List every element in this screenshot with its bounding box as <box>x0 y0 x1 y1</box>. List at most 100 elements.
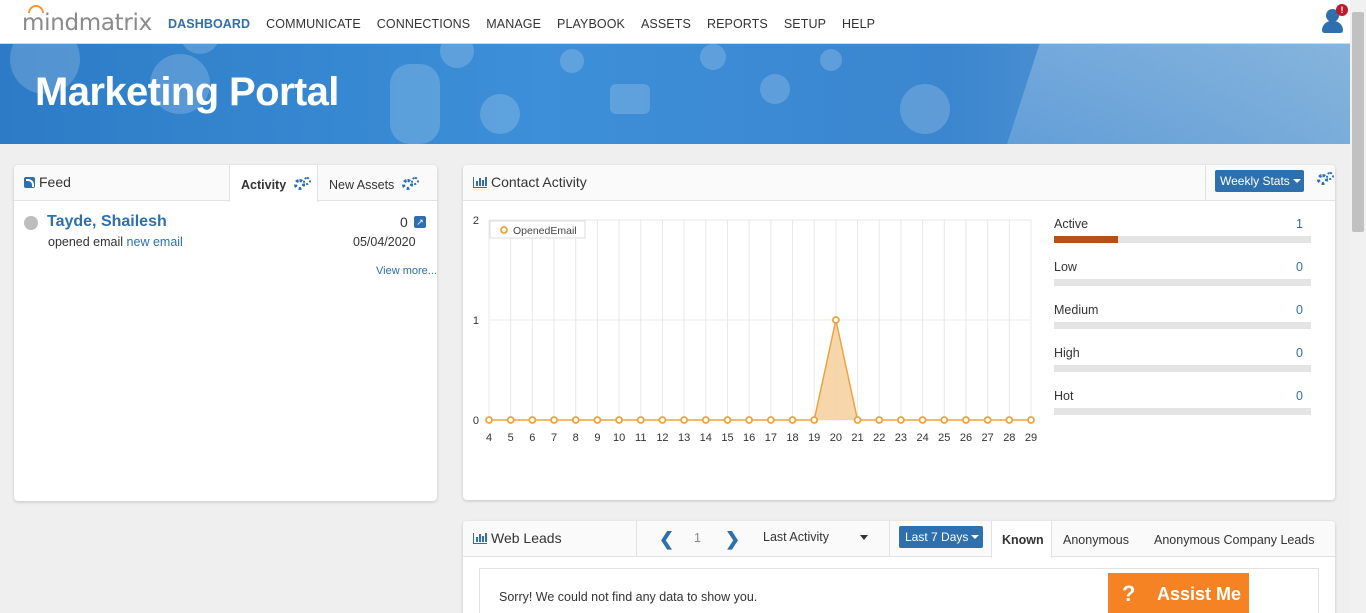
tab-anonymous[interactable]: Anonymous <box>1063 521 1129 557</box>
next-page-icon[interactable]: ❯ <box>725 529 740 550</box>
gear-icon[interactable] <box>293 177 312 191</box>
main-nav: DASHBOARD COMMUNICATE CONNECTIONS MANAGE… <box>168 17 891 31</box>
data-point <box>810 416 819 424</box>
data-point <box>658 416 667 424</box>
nav-communicate[interactable]: COMMUNICATE <box>266 17 361 31</box>
x-tick-label: 24 <box>916 432 928 444</box>
nav-help[interactable]: HELP <box>842 17 875 31</box>
stat-value[interactable]: 0 <box>1296 389 1303 403</box>
page-number: 1 <box>694 531 701 545</box>
x-tick-label: 15 <box>721 432 733 444</box>
date-range-dropdown[interactable]: Last 7 Days <box>899 526 983 548</box>
x-tick-label: 11 <box>635 432 646 444</box>
x-tick-label: 21 <box>851 432 863 444</box>
tab-anonymous-company-leads[interactable]: Anonymous Company Leads <box>1154 521 1315 557</box>
caret-down-icon <box>971 535 980 539</box>
stat-fill <box>1054 236 1119 243</box>
tab-new-assets[interactable]: New Assets <box>318 165 437 202</box>
x-tick-label: 13 <box>678 432 690 444</box>
tab-activity[interactable]: Activity <box>229 165 318 202</box>
data-point <box>1005 416 1014 424</box>
logo-text: mindmatrix <box>22 10 152 36</box>
stat-value[interactable]: 0 <box>1296 346 1303 360</box>
x-tick-label: 17 <box>765 432 777 444</box>
feed-item-description: opened email new email <box>48 235 183 249</box>
x-tick-label: 19 <box>808 432 820 444</box>
series-area <box>489 320 1031 420</box>
legend-marker <box>500 226 508 234</box>
x-tick-label: 6 <box>529 432 535 444</box>
feed-panel: Feed Activity New Assets Tayde, Shailesh… <box>14 165 437 501</box>
feed-item-date: 05/04/2020 <box>353 235 416 249</box>
user-menu[interactable]: ! <box>1318 4 1348 36</box>
web-leads-title: Web Leads <box>473 530 562 546</box>
stat-label: Hot <box>1054 389 1074 403</box>
stat-label: Low <box>1054 260 1077 274</box>
data-point <box>918 416 927 424</box>
data-point <box>897 416 905 424</box>
nav-setup[interactable]: SETUP <box>784 17 826 31</box>
y-tick-label: 0 <box>473 415 479 427</box>
x-tick-label: 4 <box>486 432 492 444</box>
legend-label: OpenedEmail <box>513 225 577 237</box>
stat-label: Active <box>1054 217 1089 231</box>
x-tick-label: 16 <box>743 432 755 444</box>
x-tick-label: 28 <box>1003 432 1015 444</box>
stat-value[interactable]: 0 <box>1296 260 1303 274</box>
caret-down-icon[interactable] <box>860 535 868 540</box>
nav-playbook[interactable]: PLAYBOOK <box>557 17 625 31</box>
data-point <box>636 416 645 424</box>
mindmatrix-logo[interactable]: mindmatrix <box>22 5 152 36</box>
stat-track <box>1054 279 1311 286</box>
stat-track <box>1054 236 1311 243</box>
assist-me-button[interactable]: ? Assist Me <box>1108 573 1249 613</box>
x-tick-label: 27 <box>982 432 994 444</box>
data-point <box>723 416 732 424</box>
data-point <box>506 416 515 424</box>
contact-name-link[interactable]: Tayde, Shailesh <box>47 213 167 231</box>
nav-assets[interactable]: ASSETS <box>641 17 691 31</box>
vertical-scrollbar[interactable] <box>1350 0 1366 613</box>
stat-label: High <box>1054 346 1080 360</box>
stat-value[interactable]: 1 <box>1296 217 1303 231</box>
prev-page-icon[interactable]: ❮ <box>659 529 674 550</box>
empty-message: Sorry! We could not find any data to sho… <box>499 590 758 604</box>
tab-known[interactable]: Known <box>991 521 1052 558</box>
nav-reports[interactable]: REPORTS <box>707 17 768 31</box>
x-tick-label: 9 <box>594 432 600 444</box>
data-point <box>745 416 754 424</box>
gear-icon[interactable] <box>401 177 420 191</box>
nav-dashboard[interactable]: DASHBOARD <box>168 17 250 31</box>
stat-value[interactable]: 0 <box>1296 303 1303 317</box>
asset-link[interactable]: new email <box>127 235 183 249</box>
portal-banner: Marketing Portal <box>0 44 1350 144</box>
y-tick-label: 1 <box>473 315 479 327</box>
notification-badge: ! <box>1336 4 1348 16</box>
contact-activity-chart: 0124 5 6 7 8 9 10 11 12 13 14 15 16 17 18 19 20 21 22 23 24 2… <box>473 215 1037 444</box>
sort-select[interactable]: Last Activity <box>763 530 829 544</box>
logo-arc-icon <box>28 5 44 13</box>
stat-track <box>1054 365 1311 372</box>
external-link-icon[interactable]: ↗ <box>414 216 426 228</box>
x-tick-label: 22 <box>873 432 885 444</box>
data-point <box>962 416 970 424</box>
page-title: Marketing Portal <box>35 70 339 114</box>
top-navbar: mindmatrix DASHBOARD COMMUNICATE CONNECT… <box>0 0 1350 44</box>
data-point <box>550 416 558 424</box>
x-tick-label: 8 <box>573 432 579 444</box>
stat-track <box>1054 408 1311 415</box>
rss-icon <box>24 177 35 188</box>
gear-icon[interactable] <box>1317 172 1335 186</box>
nav-manage[interactable]: MANAGE <box>486 17 541 31</box>
weekly-stats-dropdown[interactable]: Weekly Stats <box>1215 170 1304 192</box>
data-point <box>1027 416 1035 424</box>
stat-label: Medium <box>1054 303 1099 317</box>
bar-chart-icon <box>473 533 487 544</box>
x-tick-label: 25 <box>938 432 950 444</box>
stat-track <box>1054 322 1311 329</box>
x-tick-label: 18 <box>786 432 798 444</box>
view-more-link[interactable]: View more... <box>376 265 437 277</box>
scrollbar-thumb[interactable] <box>1352 12 1364 232</box>
nav-connections[interactable]: CONNECTIONS <box>377 17 470 31</box>
contact-activity-title: Contact Activity <box>473 174 587 190</box>
